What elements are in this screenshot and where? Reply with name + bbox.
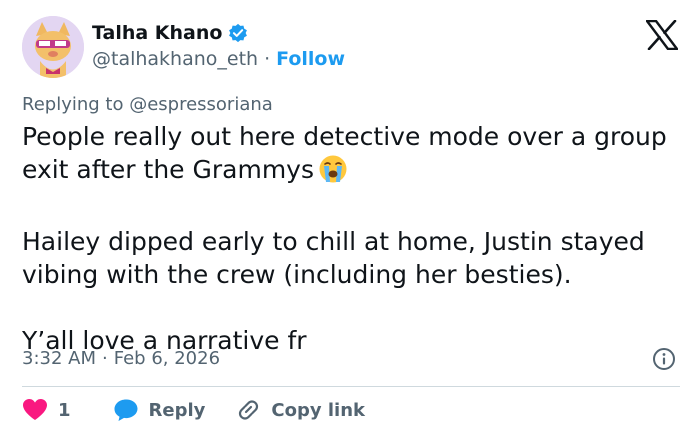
handle-row: @talhakhano_eth · Follow	[92, 48, 345, 70]
timestamp-separator: ·	[102, 348, 108, 369]
cat-avatar-icon	[22, 16, 84, 78]
reply-label: Reply	[148, 399, 206, 421]
separator-dot: ·	[264, 48, 271, 70]
follow-button[interactable]: Follow	[276, 48, 345, 70]
author-handle[interactable]: @talhakhano_eth	[92, 48, 258, 70]
tweet-paragraph-1: People really out here detective mode ov…	[22, 120, 682, 192]
tweet-date[interactable]: Feb 6, 2026	[114, 348, 220, 369]
copy-link-button[interactable]: Copy link	[235, 398, 365, 422]
avatar[interactable]	[22, 16, 84, 78]
like-button[interactable]: 1	[22, 398, 71, 422]
verified-badge-icon	[228, 23, 248, 43]
tweet-paragraph-2: Hailey dipped early to chill at home, Ju…	[22, 227, 645, 289]
replying-prefix: Replying to	[22, 94, 130, 115]
reply-bubble-icon	[114, 399, 138, 421]
action-bar: 1 Reply Copy link	[22, 398, 365, 422]
link-icon	[239, 400, 259, 420]
replying-to: Replying to @espressoriana	[22, 94, 273, 115]
reply-button[interactable]: Reply	[113, 398, 206, 422]
author-name-row: Talha Khano	[92, 22, 248, 44]
like-count: 1	[58, 399, 71, 421]
tweet-time[interactable]: 3:32 AM	[22, 348, 96, 369]
crying-face-emoji	[318, 154, 348, 192]
x-logo-icon[interactable]	[645, 19, 679, 54]
timestamp[interactable]: 3:32 AM · Feb 6, 2026	[22, 348, 220, 369]
divider	[22, 386, 680, 387]
author-name[interactable]: Talha Khano	[92, 22, 222, 44]
heart-icon	[23, 399, 47, 420]
replying-to-mention[interactable]: @espressoriana	[129, 94, 273, 115]
info-icon[interactable]	[652, 347, 676, 375]
tweet-body: People really out here detective mode ov…	[22, 120, 682, 357]
copy-link-label: Copy link	[271, 399, 365, 421]
